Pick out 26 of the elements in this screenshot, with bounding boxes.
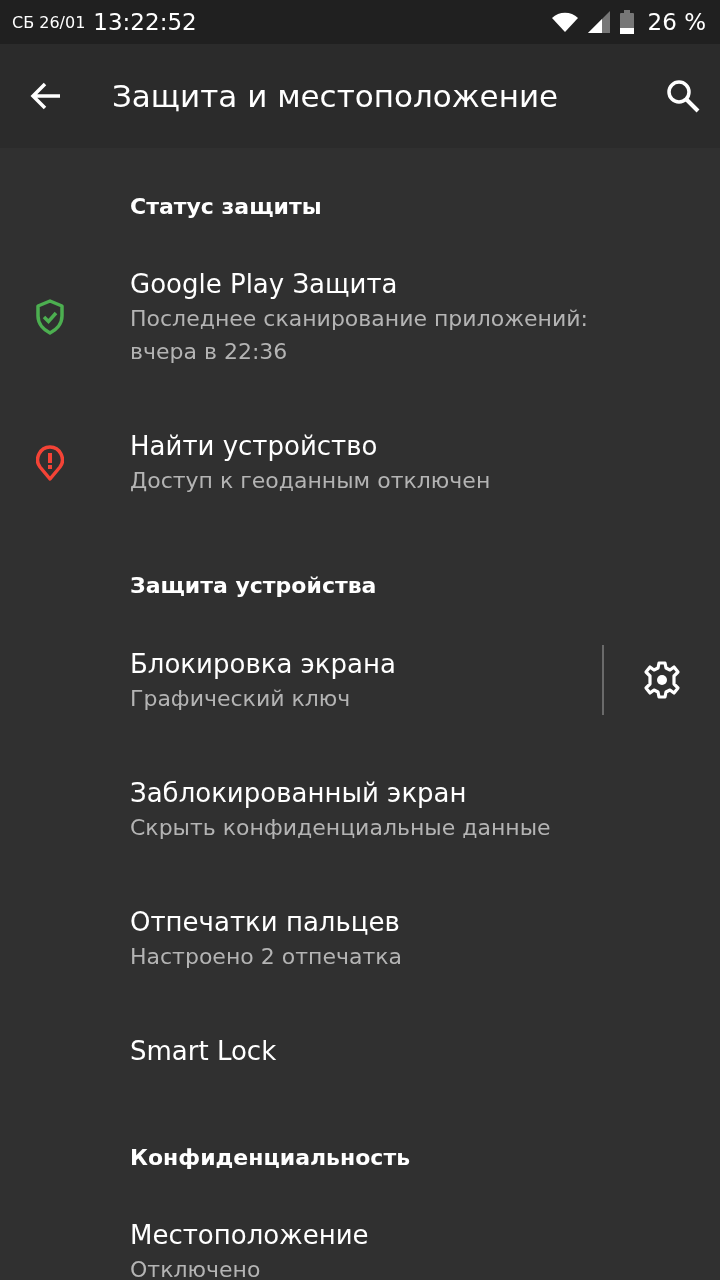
setting-title[interactable]: Местоположение [130, 1217, 720, 1253]
setting-summary: Отключено [130, 1256, 262, 1280]
setting-summary: Доступ к геоданным отключен [130, 467, 492, 495]
setting-title[interactable]: Найти устройство [130, 428, 720, 464]
setting-title[interactable]: Smart Lock [130, 1033, 720, 1069]
setting-summary: Последнее сканирование приложений: вчера в 22:36 [130, 305, 589, 366]
setting-summary: Графический ключ [130, 684, 352, 713]
status-time: 13:22:52 [93, 9, 197, 35]
setting-title[interactable]: Google Play Защита [130, 266, 720, 302]
status-date: СБ 26/01 [12, 12, 86, 32]
section-header: Конфиденциальность [129, 1144, 412, 1172]
settings-button[interactable] [642, 660, 682, 700]
battery-percent: 26 % [647, 9, 706, 35]
setting-title[interactable]: Блокировка экрана [130, 645, 602, 682]
screen-title: Защита и местоположение [112, 78, 560, 114]
search-button[interactable] [666, 79, 700, 113]
back-button[interactable] [30, 82, 62, 110]
wifi-icon [551, 12, 578, 32]
battery-icon [619, 10, 634, 34]
setting-summary: Скрыть конфиденциальные данные [130, 814, 552, 842]
section-header: Статус защиты [129, 193, 323, 221]
setting-title[interactable]: Заблокированный экран [130, 775, 720, 811]
setting-title[interactable]: Отпечатки пальцев [130, 904, 720, 940]
signal-icon [587, 11, 610, 33]
section-header: Защита устройства [129, 572, 378, 600]
setting-summary: Настроено 2 отпечатка [130, 943, 403, 971]
